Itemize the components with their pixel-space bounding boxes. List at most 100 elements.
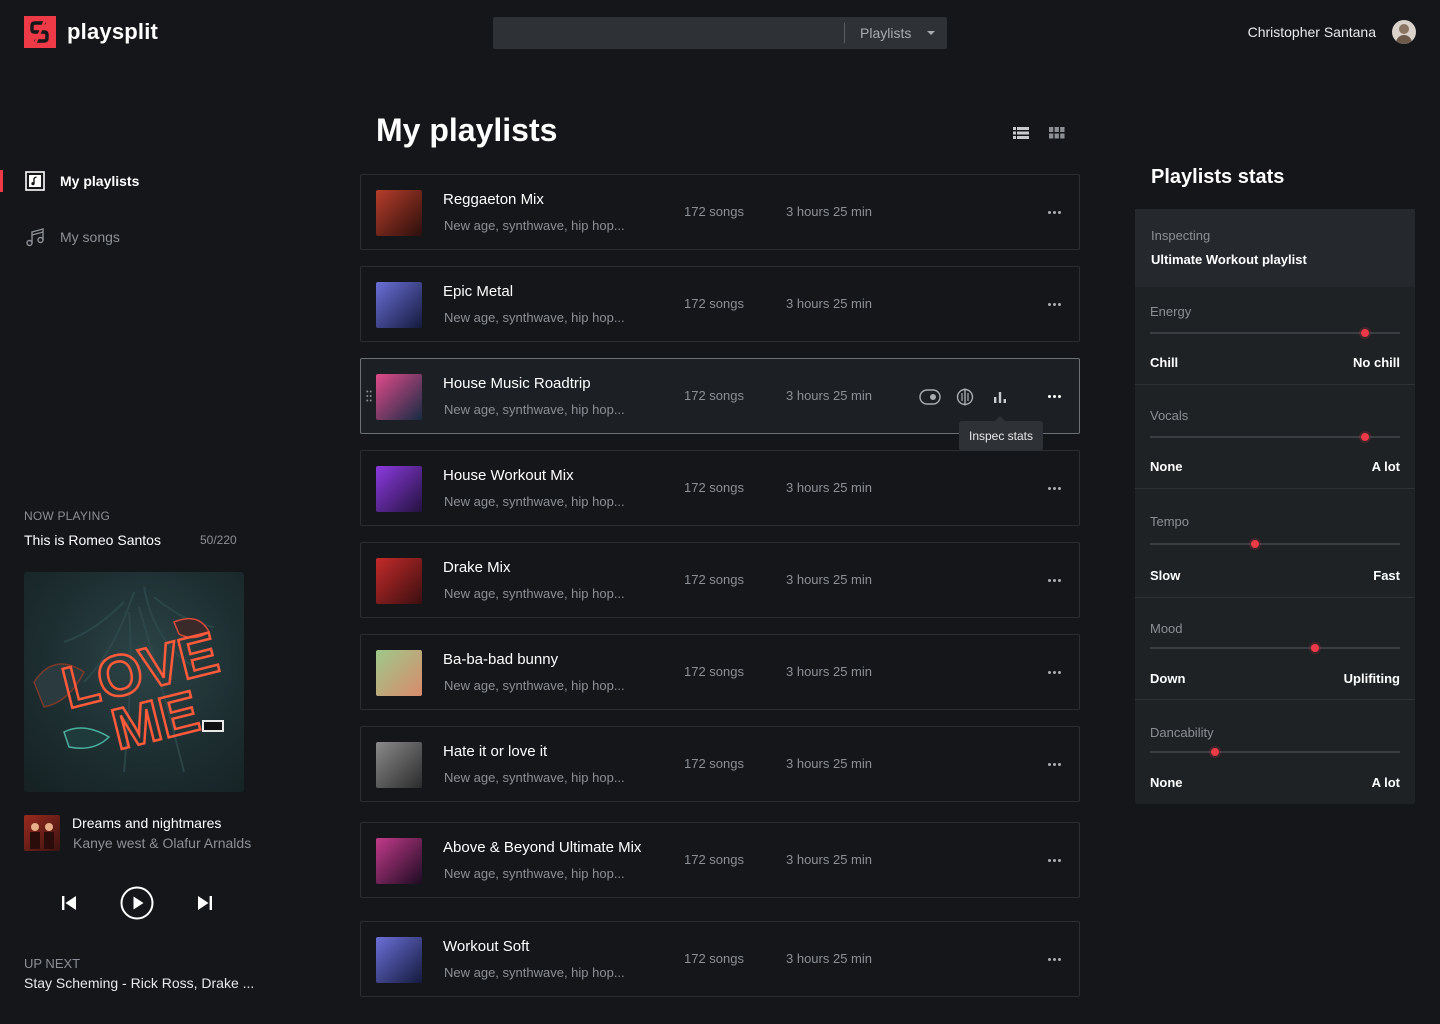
- stat-slider-track[interactable]: [1150, 540, 1400, 548]
- more-options-button[interactable]: [1041, 203, 1067, 221]
- playlist-duration: 3 hours 25 min: [786, 388, 872, 403]
- inspect-stats-button[interactable]: [989, 387, 1011, 407]
- divider: [1135, 699, 1415, 700]
- list-view-button[interactable]: [1012, 124, 1030, 142]
- playlist-row[interactable]: Hate it or love it New age, synthwave, h…: [360, 726, 1080, 802]
- stat-slider-knob[interactable]: [1211, 748, 1219, 756]
- playlist-song-count: 172 songs: [684, 756, 744, 771]
- now-playing-caption: NOW PLAYING: [24, 509, 110, 523]
- stat-min-label: Chill: [1150, 355, 1179, 370]
- search-bar: Playlists: [493, 17, 947, 49]
- previous-button[interactable]: [50, 884, 88, 922]
- playlist-row[interactable]: Above & Beyond Ultimate Mix New age, syn…: [360, 822, 1080, 898]
- stat-max-label: No chill: [1353, 355, 1400, 370]
- stat-min-label: Down: [1150, 671, 1186, 686]
- grid-view-button[interactable]: [1048, 124, 1066, 142]
- playlist-thumbnail: [376, 466, 422, 512]
- caret-down-icon: [927, 31, 936, 35]
- more-options-button[interactable]: [1041, 851, 1067, 869]
- user-menu[interactable]: Christopher Santana: [1248, 20, 1416, 44]
- current-track-title: Dreams and nightmares: [72, 815, 222, 831]
- more-options-button[interactable]: [1041, 571, 1067, 589]
- stat-max-label: A lot: [1371, 459, 1400, 474]
- more-options-button[interactable]: [1041, 295, 1067, 313]
- playlist-description: New age, synthwave, hip hop...: [444, 402, 625, 417]
- list-view-icon: [1013, 127, 1029, 139]
- ellipsis-dot: [1057, 394, 1061, 398]
- ellipsis-dot: [1057, 762, 1061, 766]
- play-icon: [120, 886, 154, 920]
- play-playlist-button[interactable]: [919, 387, 941, 407]
- stat-slider-knob[interactable]: [1361, 329, 1369, 337]
- search-input[interactable]: [493, 17, 844, 49]
- ellipsis-icon: [1047, 670, 1051, 674]
- playlist-row[interactable]: Ba-ba-bad bunny New age, synthwave, hip …: [360, 634, 1080, 710]
- playlist-description: New age, synthwave, hip hop...: [444, 218, 625, 233]
- more-options-button[interactable]: [1041, 755, 1067, 773]
- playlist-thumbnail: [376, 282, 422, 328]
- ellipsis-icon: [1047, 394, 1051, 398]
- grid-view-icon: [1049, 127, 1065, 139]
- playlist-name: Above & Beyond Ultimate Mix: [443, 839, 642, 856]
- divider: [1135, 384, 1415, 385]
- stat-slider-knob[interactable]: [1361, 433, 1369, 441]
- stat-slider-knob[interactable]: [1251, 540, 1259, 548]
- stat-slider-track[interactable]: [1150, 433, 1400, 441]
- skip-forward-icon: [198, 896, 212, 910]
- play-button[interactable]: [118, 884, 156, 922]
- playlist-song-count: 172 songs: [684, 664, 744, 679]
- stat-min-label: Slow: [1150, 568, 1181, 583]
- more-options-button[interactable]: [1041, 663, 1067, 681]
- playlist-row[interactable]: Reggaeton Mix New age, synthwave, hip ho…: [360, 174, 1080, 250]
- sidebar-item-label: My playlists: [60, 173, 140, 189]
- stat-slider-track[interactable]: [1150, 644, 1400, 652]
- stat-vocals: Vocals None A lot: [1135, 384, 1415, 488]
- stat-max-label: A lot: [1371, 775, 1400, 790]
- stat-slider-track[interactable]: [1150, 329, 1400, 337]
- ellipsis-dot: [1052, 578, 1056, 582]
- app-logo[interactable]: playsplit: [24, 16, 158, 48]
- search-scope-select[interactable]: Playlists: [845, 17, 947, 49]
- stat-slider-knob[interactable]: [1311, 644, 1319, 652]
- next-button[interactable]: [186, 884, 224, 922]
- album-art: LOVE ME: [24, 572, 244, 792]
- playlist-duration: 3 hours 25 min: [786, 756, 872, 771]
- ellipsis-dot: [1052, 858, 1056, 862]
- ellipsis-icon: [1047, 762, 1051, 766]
- playlist-name: House Workout Mix: [443, 467, 574, 484]
- stat-label: Dancability: [1150, 725, 1214, 740]
- avatar[interactable]: [1392, 20, 1416, 44]
- more-options-button[interactable]: [1041, 950, 1067, 968]
- ellipsis-icon: [1047, 210, 1051, 214]
- playlist-name: Epic Metal: [443, 283, 514, 300]
- logo-mark-icon: [24, 16, 56, 48]
- ellipsis-dot: [1057, 578, 1061, 582]
- up-next-track[interactable]: Stay Scheming - Rick Ross, Drake ...: [24, 975, 254, 991]
- stat-dancability: Dancability None A lot: [1135, 699, 1415, 803]
- playlist-name: Ba-ba-bad bunny: [443, 651, 559, 668]
- playlist-row[interactable]: Workout Soft New age, synthwave, hip hop…: [360, 921, 1080, 997]
- inspecting-box: Inspecting Ultimate Workout playlist: [1135, 209, 1415, 287]
- drag-handle-icon[interactable]: [366, 390, 372, 402]
- more-options-button[interactable]: [1041, 479, 1067, 497]
- more-options-button[interactable]: [1041, 387, 1067, 405]
- sidebar-item-my-playlists[interactable]: My playlists: [0, 165, 240, 197]
- playlist-thumbnail: [376, 558, 422, 604]
- playlist-thumbnail: [376, 650, 422, 696]
- toggle-icon: [919, 389, 941, 405]
- ellipsis-dot: [1057, 210, 1061, 214]
- playlist-row[interactable]: House Workout Mix New age, synthwave, hi…: [360, 450, 1080, 526]
- inspecting-playlist: Ultimate Workout playlist: [1151, 252, 1307, 267]
- divider: [1135, 597, 1415, 598]
- playlist-row[interactable]: Epic Metal New age, synthwave, hip hop..…: [360, 266, 1080, 342]
- playlist-thumbnail: [376, 937, 422, 983]
- stat-slider-track[interactable]: [1150, 748, 1400, 756]
- sidebar-item-my-songs[interactable]: My songs: [0, 221, 240, 253]
- stat-label: Energy: [1150, 304, 1192, 319]
- current-track-artist: Kanye west & Olafur Arnalds: [73, 835, 252, 851]
- playlist-row[interactable]: Drake Mix New age, synthwave, hip hop...…: [360, 542, 1080, 618]
- tooltip: Inspec stats: [959, 416, 1043, 451]
- playlist-duration: 3 hours 25 min: [786, 572, 872, 587]
- now-playing-playlist[interactable]: This is Romeo Santos: [24, 532, 161, 548]
- split-playlist-button[interactable]: [954, 387, 976, 407]
